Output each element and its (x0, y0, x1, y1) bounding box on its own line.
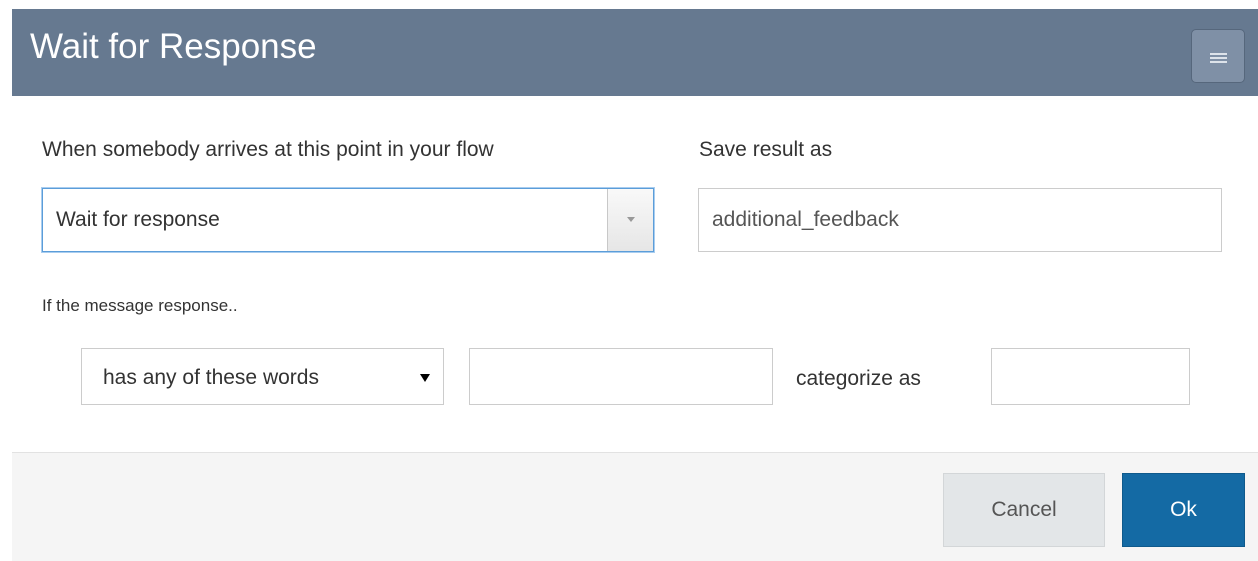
menu-button[interactable] (1191, 29, 1245, 83)
rule-operator-select[interactable]: has any of these words (81, 348, 444, 405)
dialog-footer: Cancel Ok (12, 452, 1258, 561)
dialog-header: Wait for Response (12, 9, 1258, 96)
cancel-button[interactable]: Cancel (943, 473, 1105, 547)
dropdown-arrow-icon (420, 374, 430, 382)
save-result-input[interactable] (698, 188, 1222, 252)
rule-operator-value: has any of these words (103, 366, 319, 389)
action-select[interactable]: Wait for response (42, 188, 654, 252)
category-name-input[interactable] (991, 348, 1190, 405)
wait-for-response-dialog: Wait for Response When somebody arrives … (0, 0, 1258, 561)
action-select-toggle[interactable] (607, 189, 653, 251)
ok-button[interactable]: Ok (1122, 473, 1245, 547)
dialog-title: Wait for Response (30, 27, 317, 66)
action-select-value: Wait for response (56, 208, 220, 231)
when-label: When somebody arrives at this point in y… (42, 138, 494, 161)
rule-words-input[interactable] (469, 348, 773, 405)
if-response-label: If the message response.. (42, 296, 238, 315)
categorize-as-label: categorize as (796, 367, 921, 390)
save-result-label: Save result as (699, 138, 833, 161)
chevron-down-icon (627, 217, 635, 222)
hamburger-icon (1210, 53, 1227, 63)
